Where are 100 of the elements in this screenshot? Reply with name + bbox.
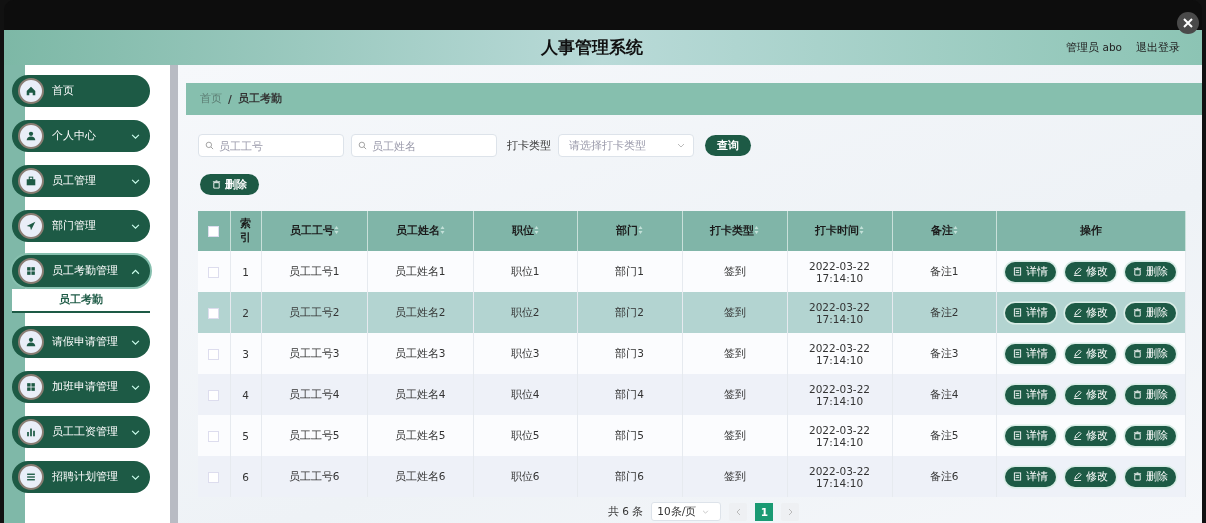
table-cell: 职位6	[510, 469, 540, 482]
chevron-down-icon	[131, 338, 140, 346]
row-action-button[interactable]: 删除	[1125, 384, 1176, 405]
checkbox[interactable]	[208, 471, 220, 483]
chevron-down-icon	[131, 428, 140, 436]
checkbox[interactable]	[208, 266, 220, 278]
checkbox[interactable]	[208, 348, 220, 360]
sort-icon	[533, 226, 539, 234]
search-icon	[205, 141, 214, 150]
row-action-button[interactable]: 详情	[1005, 343, 1056, 364]
trash-icon	[1133, 390, 1142, 399]
row-action-button[interactable]: 删除	[1125, 302, 1176, 323]
page-button[interactable]: 1	[755, 502, 774, 521]
table-cell: 签到	[723, 428, 746, 441]
document-icon	[1013, 472, 1022, 481]
column-header: 索引	[240, 217, 251, 245]
table-cell: 2022-03-22 17:14:10	[809, 382, 870, 407]
sidebar-item[interactable]: 加班申请管理	[12, 371, 150, 403]
sidebar-item[interactable]: 员工工资管理	[12, 416, 150, 448]
column-header[interactable]: 员工姓名	[395, 224, 440, 236]
table-cell: 部门6	[615, 469, 644, 482]
table-cell: 备注4	[929, 387, 959, 400]
table-cell: 备注3	[929, 346, 959, 359]
trash-icon	[1133, 472, 1142, 481]
pencil-icon	[1073, 472, 1082, 481]
row-action-button[interactable]: 详情	[1005, 466, 1056, 487]
row-action-button[interactable]: 修改	[1065, 466, 1116, 487]
table-cell: 部门3	[615, 346, 644, 359]
pencil-icon	[1073, 431, 1082, 440]
table-cell: 签到	[723, 387, 746, 400]
row-action-button[interactable]: 修改	[1065, 343, 1116, 364]
sort-icon	[952, 226, 958, 234]
document-icon	[1013, 431, 1022, 440]
row-action-button[interactable]: 修改	[1065, 384, 1116, 405]
search-icon	[358, 141, 367, 150]
checkbox[interactable]	[208, 430, 220, 442]
search-button[interactable]: 查询	[705, 135, 751, 156]
sidebar-item[interactable]: 员工管理	[12, 165, 150, 197]
sidebar-item[interactable]: 员工考勤管理	[12, 255, 150, 287]
column-header[interactable]: 职位	[511, 224, 534, 236]
table-cell: 员工姓名1	[394, 264, 446, 277]
column-header[interactable]: 备注	[930, 224, 953, 236]
chevron-down-icon	[131, 132, 140, 140]
checkbox[interactable]	[208, 307, 220, 319]
table-cell: 员工工号4	[288, 387, 340, 400]
chevron-down-icon	[131, 222, 140, 230]
column-header[interactable]: 打卡时间	[815, 224, 859, 236]
table-cell: 备注2	[929, 305, 959, 318]
sidebar-item[interactable]: 个人中心	[12, 120, 150, 152]
document-icon	[1013, 308, 1022, 317]
row-action-button[interactable]: 删除	[1125, 343, 1176, 364]
chevron-down-icon	[131, 383, 140, 391]
search-field[interactable]: 员工工号	[198, 134, 344, 157]
row-action-button[interactable]: 删除	[1125, 466, 1176, 487]
column-header[interactable]: 员工工号	[289, 224, 334, 236]
close-icon[interactable]	[1177, 12, 1199, 34]
sidebar-item[interactable]: 招聘计划管理	[12, 461, 150, 493]
column-header[interactable]: 部门	[616, 224, 638, 236]
trash-icon	[1133, 308, 1142, 317]
breadcrumb-link[interactable]: 员工考勤	[237, 92, 282, 106]
table-cell: 员工姓名4	[394, 387, 446, 400]
row-action-button[interactable]: 详情	[1005, 261, 1056, 282]
table-cell: 员工工号1	[288, 264, 340, 277]
table-cell: 职位2	[510, 305, 540, 318]
row-action-button[interactable]: 修改	[1065, 302, 1116, 323]
table-cell: 员工姓名2	[394, 305, 446, 318]
chevron-down-icon	[702, 509, 710, 514]
delete-button[interactable]: 删除	[200, 174, 259, 195]
table-cell: 部门1	[615, 264, 644, 277]
field-label: 打卡类型	[507, 138, 551, 153]
sidebar-item[interactable]: 首页	[12, 75, 150, 107]
next-page-button[interactable]	[781, 502, 800, 521]
table-cell: 备注5	[929, 428, 959, 441]
trash-icon	[1133, 349, 1142, 358]
document-icon	[1013, 390, 1022, 399]
checkbox[interactable]	[208, 226, 220, 238]
pencil-icon	[1073, 390, 1082, 399]
pencil-icon	[1073, 267, 1082, 276]
table-cell: 员工姓名3	[394, 346, 446, 359]
row-action-button[interactable]: 详情	[1005, 384, 1056, 405]
checkbox[interactable]	[208, 389, 220, 401]
row-action-button[interactable]: 修改	[1065, 261, 1116, 282]
page-size-select[interactable]: 10条/页	[651, 502, 722, 521]
sidebar-subitem[interactable]: 员工考勤	[12, 289, 150, 313]
table-cell: 2022-03-22 17:14:10	[809, 300, 870, 325]
logout-link[interactable]: 退出登录	[1136, 40, 1180, 55]
row-action-button[interactable]: 详情	[1005, 302, 1056, 323]
row-action-button[interactable]: 详情	[1005, 425, 1056, 446]
sidebar-item[interactable]: 部门管理	[12, 210, 150, 242]
paper-plane-icon	[25, 220, 37, 232]
row-action-button[interactable]: 删除	[1125, 425, 1176, 446]
column-header[interactable]: 打卡类型	[710, 224, 754, 236]
table-cell: 备注6	[929, 469, 959, 482]
row-action-button[interactable]: 删除	[1125, 261, 1176, 282]
sidebar-item[interactable]: 请假申请管理	[12, 326, 150, 358]
search-field[interactable]: 员工姓名	[351, 134, 497, 157]
column-header: 操作	[1079, 224, 1102, 236]
prev-page-button[interactable]	[729, 502, 748, 521]
row-action-button[interactable]: 修改	[1065, 425, 1116, 446]
sort-icon	[333, 226, 339, 234]
